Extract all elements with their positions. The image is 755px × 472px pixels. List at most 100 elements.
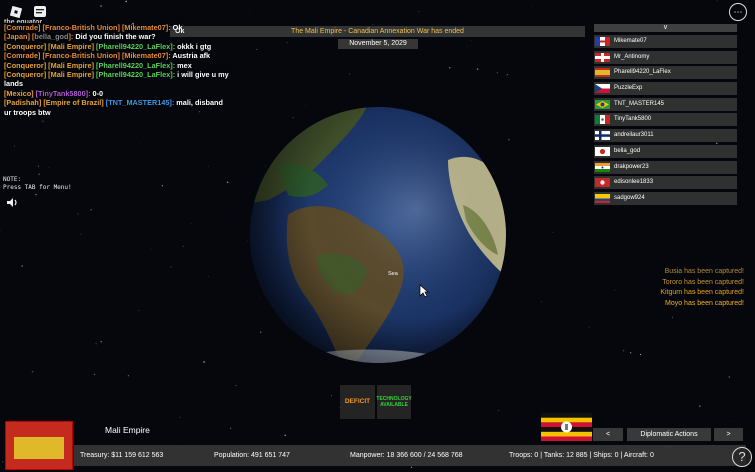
chat-segment: [Pharell94220_LaFlex]:	[96, 60, 176, 70]
mouse-cursor-icon	[419, 284, 429, 298]
roblox-logo-icon[interactable]	[8, 4, 24, 20]
capture-message: Moyo has been captured!	[665, 300, 744, 308]
chat-segment: [Conqueror] [Mali Empire]	[4, 60, 97, 70]
chat-segment: [Conqueror] [Mali Empire]	[4, 70, 97, 80]
player-row[interactable]: TNT_MASTER145	[594, 97, 737, 111]
note-title: NOTE:	[3, 176, 22, 183]
earth-globe[interactable]	[248, 105, 508, 365]
capture-message: Busia has been captured!	[664, 268, 744, 275]
chat-segment: [TinyTank5800]:	[35, 88, 91, 98]
note-text: Press TAB for Menu!	[3, 184, 72, 191]
chat-segment: bella_god	[34, 32, 69, 42]
player-name: Pharell94220_LaFlex	[614, 69, 671, 76]
separator: |	[620, 452, 623, 459]
player-name: PuzzleExp	[614, 85, 643, 92]
capture-feed: Busia has been captured! Tororo has been …	[660, 267, 744, 310]
colombia-flag-icon	[595, 193, 610, 203]
player-list-toggle[interactable]: v	[594, 24, 737, 32]
chat-segment: mex	[175, 60, 192, 70]
finland-flag-icon	[595, 131, 610, 141]
map-region-label: Sea	[388, 271, 398, 277]
help-button[interactable]: ?	[732, 447, 752, 467]
chat-segment: [Comrade] [Franco-British Union] [Mikema…	[4, 23, 171, 32]
player-row[interactable]: Pharell94220_LaFlex	[594, 66, 737, 80]
chat-segment: [Padishah] [Empire of Brazil]	[4, 98, 106, 108]
treasury-label: Treasury:	[80, 452, 110, 459]
population-label: Population:	[214, 452, 250, 459]
chat-segment: [Comrade] [Franco-British Union] [Mikema…	[4, 51, 171, 61]
ships-stat: Ships: 0	[593, 452, 619, 459]
chat-message: [Padishah] [Empire of Brazil] [TNT_MASTE…	[4, 98, 229, 117]
player-row[interactable]: drakpower23	[594, 160, 737, 174]
chat-segment: [Pharell94220_LaFlex]:	[96, 41, 176, 51]
separator: |	[540, 452, 543, 459]
technology-label: TECHNOLOGY AVAILABLE	[376, 396, 412, 408]
chat-segment: [Japan] [	[4, 32, 35, 42]
india-flag-icon	[595, 162, 610, 172]
player-row[interactable]: bella_god	[594, 144, 737, 158]
franco-british-flag-icon	[595, 37, 610, 46]
prev-country-button[interactable]: <	[593, 428, 623, 441]
japan-flag-icon	[595, 146, 610, 156]
chat-segment: [Pharell94220_LaFlex]:	[96, 70, 176, 80]
mexico-flag-icon	[595, 115, 610, 125]
manpower-stat: Manpower: 18 366 600 / 24 568 768	[350, 445, 463, 466]
country-flag-icon[interactable]	[5, 421, 73, 470]
player-name: edisonlee1833	[614, 179, 654, 186]
deficit-button[interactable]: DEFICIT	[340, 385, 375, 419]
treasury-value: $11 159 612 563	[111, 452, 164, 459]
military-stats: Troops: 0 | Tanks: 12 885 | Ships: 0 | A…	[509, 445, 654, 466]
czech-flag-icon	[595, 84, 610, 94]
player-name: TinyTank5800	[614, 116, 652, 123]
chat-message: [Mexico] [TinyTank5800]: 0-0	[4, 89, 229, 98]
mali-empire-flag-icon	[595, 68, 610, 78]
chat-message: [Conqueror] [Mali Empire] [Pharell94220_…	[4, 70, 229, 89]
player-name: drakpower23	[614, 163, 649, 170]
notification-bar: Ok The Mali Empire - Canadian Annexation…	[170, 26, 585, 37]
manpower-label: Manpower:	[350, 452, 385, 459]
player-row[interactable]: sadgow924	[594, 191, 737, 205]
chat-window: the equator [Comrade] [Franco-British Un…	[4, 18, 229, 117]
more-options-icon[interactable]: ⋯	[729, 3, 747, 21]
chat-message: [Conqueror] [Mali Empire] [Pharell94220_…	[4, 42, 229, 51]
population-stat: Population: 491 651 747	[214, 445, 290, 466]
chat-segment: [Mexico]	[4, 88, 36, 98]
speaker-icon[interactable]	[6, 195, 19, 213]
next-country-button[interactable]: >	[714, 428, 743, 441]
player-row[interactable]: edisonlee1833	[594, 176, 737, 190]
player-name: Mikemate07	[614, 38, 647, 44]
separator: |	[589, 452, 592, 459]
player-name: sadgow924	[614, 194, 645, 201]
player-row[interactable]: Mr_Antinomy	[594, 50, 737, 64]
stats-bar: Treasury: $11 159 612 563 Population: 49…	[74, 445, 746, 466]
country-name: Mali Empire	[105, 425, 150, 435]
treasury-stat: Treasury: $11 159 612 563	[80, 445, 163, 466]
player-row[interactable]: TinyTank5800	[594, 113, 737, 127]
aircraft-stat: Aircraft: 0	[623, 452, 654, 459]
capture-message: Kitgum has been captured!	[660, 289, 744, 297]
troops-stat: Troops: 0	[509, 452, 539, 459]
capture-message: Tororo has been captured!	[662, 278, 744, 286]
chat-segment: [TNT_MASTER145]:	[105, 98, 175, 108]
chat-message: [Conqueror] [Mali Empire] [Pharell94220_…	[4, 61, 229, 70]
chat-segment: 0-0	[90, 88, 104, 98]
menu-note: NOTE: Press TAB for Menu!	[3, 176, 72, 192]
chat-segment: [Conqueror] [Mali Empire]	[4, 41, 97, 51]
chat-message: [Comrade] [Franco-British Union] [Mikema…	[4, 51, 229, 60]
tanks-stat: Tanks: 12 885	[543, 452, 588, 459]
game-date: November 5, 2029	[338, 39, 418, 49]
player-row[interactable]: andreilaur3011	[594, 129, 737, 143]
chat-message: [Comrade] [Franco-British Union] [Mikema…	[4, 23, 229, 32]
player-row[interactable]: PuzzleExp	[594, 82, 737, 96]
player-row[interactable]: Mikemate07	[594, 35, 737, 48]
technology-button[interactable]: TECHNOLOGY AVAILABLE	[376, 385, 412, 419]
diplomatic-actions-button[interactable]: Diplomatic Actions	[627, 428, 711, 441]
uganda-flag-icon[interactable]	[541, 413, 592, 441]
chat-icon[interactable]	[32, 4, 48, 20]
notification-text: The Mali Empire - Canadian Annexation Wa…	[291, 28, 464, 35]
brazil-flag-icon	[595, 99, 610, 109]
chat-segment: Ok	[170, 23, 183, 32]
player-name: andreilaur3011	[614, 132, 654, 139]
georgia-red-flag-icon	[595, 52, 610, 62]
player-list: v Mikemate07 Mr_Antinomy Pharell94220_LaFl…	[594, 24, 737, 208]
